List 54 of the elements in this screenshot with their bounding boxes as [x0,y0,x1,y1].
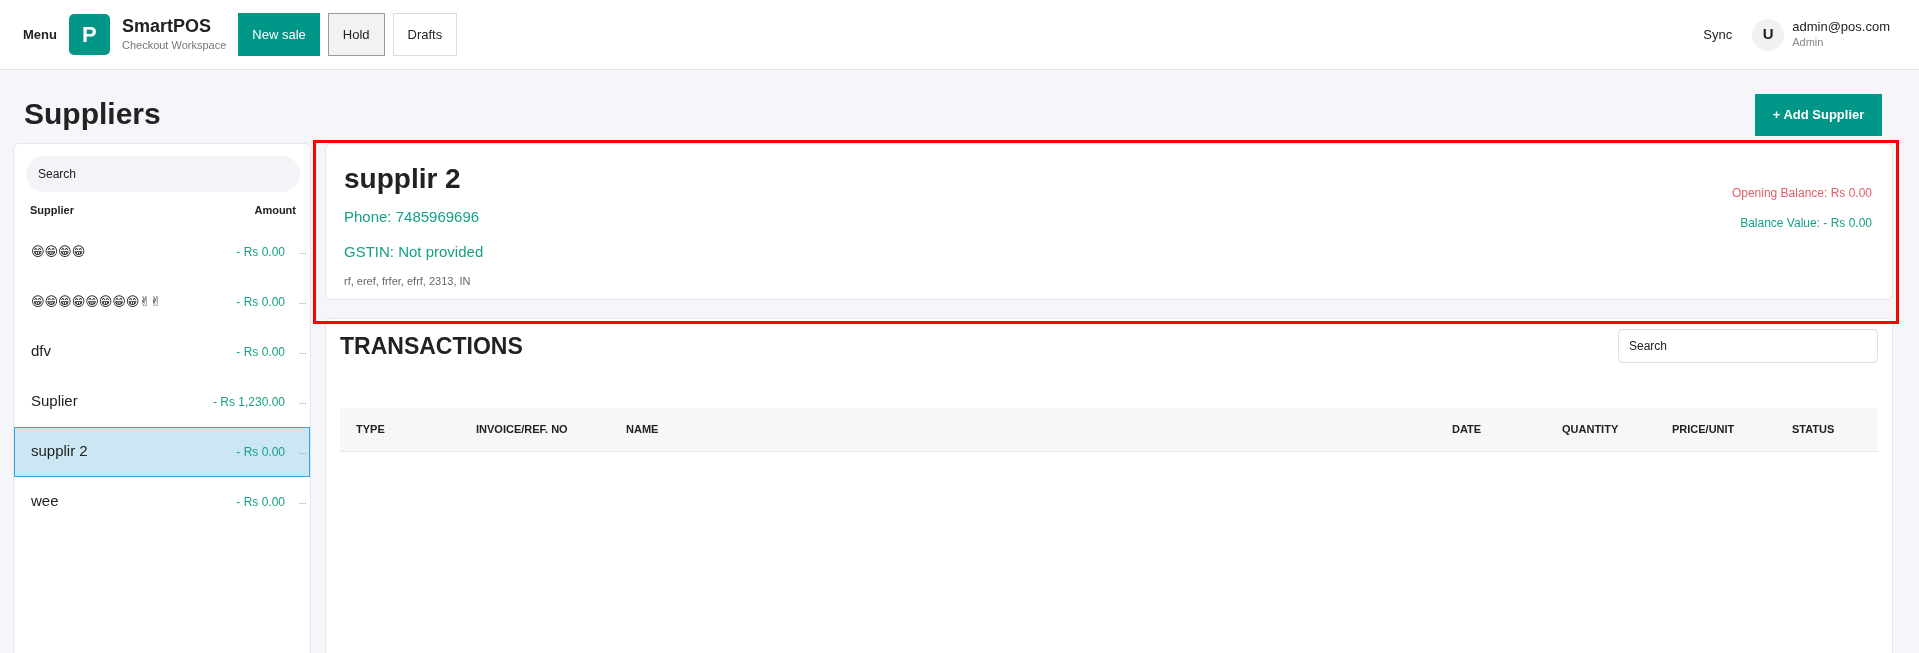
supplier-amount: - Rs 0.00 [236,443,285,461]
column-header: QUANTITY [1562,421,1620,437]
user-role: Admin [1792,34,1825,50]
more-menu[interactable]: ... [299,344,309,359]
app-name: SmartPOS [121,15,212,38]
supplier-row[interactable]: 😁😁😁😁 - Rs 0.00 ... [14,226,310,277]
toolbar-button[interactable]: Drafts [392,13,458,56]
supplier-name: 😁😁😁😁😁😁😁😁✌✌ [31,292,163,311]
supplier-name: supplir 2 [31,441,89,462]
user-email: admin@pos.com [1792,18,1890,34]
supplier-row[interactable]: supplir 2 - Rs 0.00 ... [14,426,310,477]
supplier-name: Suplier [31,391,79,412]
menu-button[interactable]: Menu [23,24,57,45]
supplier-row[interactable]: 😁😁😁😁😁😁😁😁✌✌ - Rs 0.00 ... [14,276,310,327]
supplier-address: rf, eref, frfer, efrf, 2313, IN [344,274,472,289]
column-header: INVOICE/REF. NO [476,421,569,437]
supplier-phone: Phone: 7485969696 [344,207,481,227]
more-menu[interactable]: ... [299,494,309,509]
supplier-row[interactable]: dfv - Rs 0.00 ... [14,326,310,377]
logo-icon: P [68,14,110,55]
supplier-gstin: GSTIN: Not provided [344,241,484,262]
column-header: Supplier [30,203,74,218]
column-header: Amount [254,203,296,218]
user-avatar[interactable]: U [1752,18,1785,51]
supplier-amount: - Rs 1,230.00 [212,393,285,411]
search-field[interactable]: Search [1618,329,1878,364]
supplier-amount: - Rs 0.00 [236,493,285,511]
supplier-row[interactable]: Suplier - Rs 1,230.00 ... [14,376,310,427]
more-menu[interactable]: ... [299,294,309,309]
section-title: TRANSACTIONS [340,332,523,361]
column-header: DATE [1452,421,1483,437]
page-title: Suppliers [24,96,161,132]
sync-button[interactable]: Sync [1703,24,1733,45]
supplier-name: wee [31,491,60,512]
column-header: TYPE [356,421,386,437]
supplier-name: dfv [31,341,52,362]
more-menu[interactable]: ... [299,244,309,259]
more-menu[interactable]: ... [299,394,309,409]
supplier-name: supplir 2 [344,162,462,196]
supplier-name: 😁😁😁😁 [31,242,87,261]
supplier-amount: - Rs 0.00 [236,243,285,261]
supplier-row[interactable]: wee - Rs 0.00 ... [14,476,310,527]
toolbar-button[interactable]: Hold [327,13,385,56]
add-supplier-button[interactable]: + Add Supplier [1755,93,1882,136]
opening-balance: Opening Balance: Rs 0.00 [1731,185,1872,202]
supplier-amount: - Rs 0.00 [236,343,285,361]
toolbar-button[interactable]: New sale [238,13,320,56]
balance-value: Balance Value: - Rs 0.00 [1740,215,1872,232]
app-subtitle: Checkout Workspace [121,38,227,54]
column-header: STATUS [1792,421,1836,437]
supplier-amount: - Rs 0.00 [236,293,285,311]
column-header: PRICE/UNIT [1672,421,1736,437]
column-header: NAME [626,421,660,437]
search-field[interactable]: Search [26,156,300,192]
